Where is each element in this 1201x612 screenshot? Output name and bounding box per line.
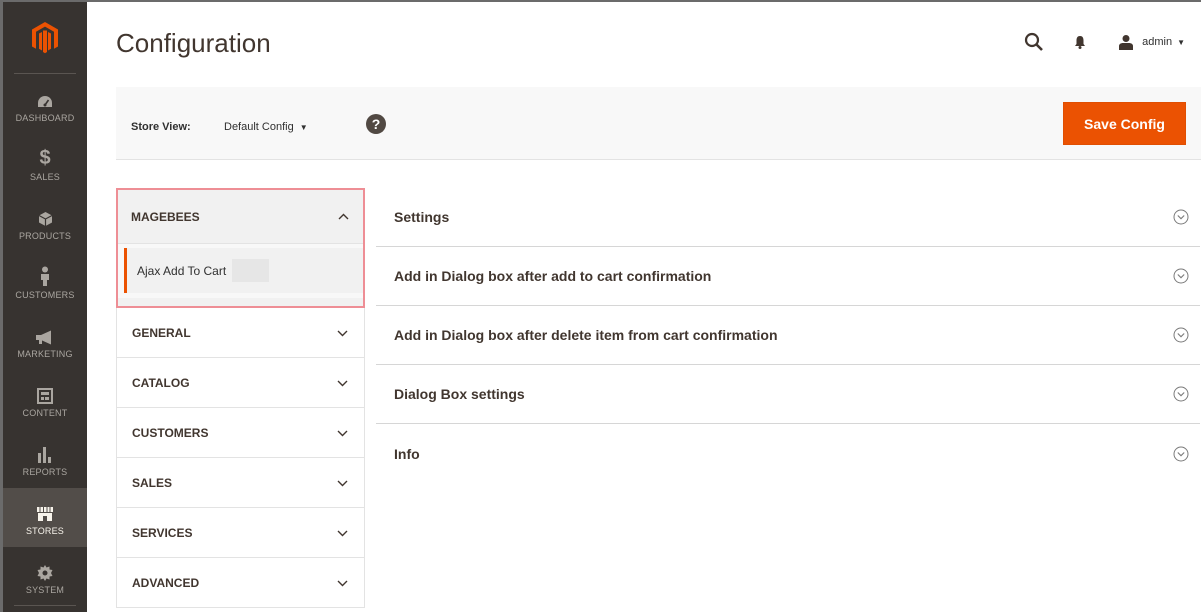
section-title: Add in Dialog box after add to cart conf… xyxy=(394,268,712,284)
tab-label: SERVICES xyxy=(132,526,193,540)
store-switcher-bar: Store View: Default Config ▼ ? Save Conf… xyxy=(116,87,1201,160)
caret-down-icon: ▼ xyxy=(1177,37,1185,47)
tab-label: MAGEBEES xyxy=(131,209,200,224)
tab-title-customers[interactable]: CUSTOMERS xyxy=(117,408,364,458)
section-title: Add in Dialog box after delete item from… xyxy=(394,327,778,343)
caret-down-icon: ▼ xyxy=(299,122,308,132)
notifications-button[interactable] xyxy=(1070,30,1090,54)
save-config-button[interactable]: Save Config xyxy=(1063,102,1186,145)
tab-label: SALES xyxy=(132,476,173,490)
magento-logo-icon xyxy=(32,22,58,54)
tab-sub-items: Ajax Add To Cart xyxy=(118,243,363,298)
page-title: Configuration xyxy=(116,28,271,58)
tab-group-sales: SALES xyxy=(116,458,365,508)
gear-icon xyxy=(37,559,53,581)
user-icon xyxy=(1118,34,1134,50)
megaphone-icon xyxy=(35,323,55,345)
tab-group-customers: CUSTOMERS xyxy=(116,408,365,458)
redacted-box xyxy=(232,259,270,282)
tab-label: CATALOG xyxy=(132,376,190,390)
search-icon xyxy=(1025,32,1044,51)
nav-label: Dashboard xyxy=(15,112,75,123)
chevron-down-icon xyxy=(335,380,349,387)
tab-title-sales[interactable]: SALES xyxy=(117,458,364,508)
nav-label: Products xyxy=(18,230,72,241)
section-title: Dialog Box settings xyxy=(394,386,525,402)
section-add-dialog[interactable]: Add in Dialog box after add to cart conf… xyxy=(376,247,1200,306)
nav-label: Marketing xyxy=(17,348,73,359)
nav-label: Reports xyxy=(22,466,68,477)
nav-item-system[interactable]: System xyxy=(3,547,87,606)
cube-icon xyxy=(38,205,53,227)
tab-group-general: GENERAL xyxy=(116,308,365,358)
admin-nav: Dashboard $ Sales Products Customers Mar… xyxy=(3,2,87,612)
header-actions: admin ▼ xyxy=(1022,30,1185,54)
magento-logo[interactable] xyxy=(3,2,87,74)
tab-title-advanced[interactable]: ADVANCED xyxy=(117,558,364,608)
section-settings[interactable]: Settings xyxy=(376,188,1200,247)
tab-label: ADVANCED xyxy=(132,576,200,590)
tab-title-services[interactable]: SERVICES xyxy=(117,508,364,558)
expand-circle-icon xyxy=(1172,208,1190,226)
nav-item-content[interactable]: Content xyxy=(3,370,87,429)
chevron-up-icon xyxy=(336,213,350,220)
tab-title-general[interactable]: GENERAL xyxy=(117,308,364,358)
store-view-dropdown[interactable]: Default Config ▼ xyxy=(224,121,308,133)
search-button[interactable] xyxy=(1022,30,1046,54)
config-sections: Settings Add in Dialog box after add to … xyxy=(376,188,1200,483)
config-tabs: MAGEBEES Ajax Add To Cart GENERAL CATALO… xyxy=(116,188,365,608)
tab-label: CUSTOMERS xyxy=(132,426,209,440)
nav-item-sales[interactable]: $ Sales xyxy=(3,134,87,193)
dashboard-icon xyxy=(37,87,53,109)
chevron-down-icon xyxy=(335,480,349,487)
section-info[interactable]: Info xyxy=(376,424,1200,483)
chevron-down-icon xyxy=(335,530,349,537)
nav-item-stores[interactable]: Stores xyxy=(3,488,87,547)
nav-label: Sales xyxy=(29,171,61,182)
bar-chart-icon xyxy=(37,441,53,463)
nav-item-dashboard[interactable]: Dashboard xyxy=(3,75,87,134)
nav-item-products[interactable]: Products xyxy=(3,193,87,252)
nav-label: Stores xyxy=(25,525,65,536)
admin-username: admin xyxy=(1142,36,1173,48)
expand-circle-icon xyxy=(1172,326,1190,344)
tab-label: GENERAL xyxy=(132,326,191,340)
help-icon[interactable]: ? xyxy=(366,114,386,134)
tab-title-magebees[interactable]: MAGEBEES xyxy=(118,190,363,243)
admin-user-menu[interactable]: admin ▼ xyxy=(1118,34,1185,50)
person-icon xyxy=(39,264,51,286)
nav-item-reports[interactable]: Reports xyxy=(3,429,87,488)
chevron-down-icon xyxy=(335,430,349,437)
expand-circle-icon xyxy=(1172,445,1190,463)
nav-label: System xyxy=(25,584,65,595)
dollar-icon: $ xyxy=(39,146,51,169)
tab-title-catalog[interactable]: CATALOG xyxy=(117,358,364,408)
tab-item-label: Ajax Add To Cart xyxy=(137,263,227,278)
nav-item-customers[interactable]: Customers xyxy=(3,252,87,311)
expand-circle-icon xyxy=(1172,385,1190,403)
chevron-down-icon xyxy=(335,330,349,337)
nav-item-marketing[interactable]: Marketing xyxy=(3,311,87,370)
store-view-label: Store View: xyxy=(131,121,191,133)
section-title: Settings xyxy=(394,209,450,225)
nav-divider xyxy=(14,605,76,606)
chevron-down-icon xyxy=(335,580,349,587)
tab-group-magebees: MAGEBEES Ajax Add To Cart xyxy=(116,188,365,308)
bell-icon xyxy=(1075,36,1086,49)
section-title: Info xyxy=(394,445,420,462)
tab-group-advanced: ADVANCED xyxy=(116,558,365,608)
store-icon xyxy=(36,500,54,522)
store-view-value: Default Config xyxy=(224,121,294,133)
section-dialog-box-settings[interactable]: Dialog Box settings xyxy=(376,365,1200,424)
tab-group-services: SERVICES xyxy=(116,508,365,558)
tab-group-catalog: CATALOG xyxy=(116,358,365,408)
section-delete-dialog[interactable]: Add in Dialog box after delete item from… xyxy=(376,306,1200,365)
tab-item-ajax-add-to-cart[interactable]: Ajax Add To Cart xyxy=(124,248,363,293)
nav-label: Customers xyxy=(15,289,75,300)
expand-circle-icon xyxy=(1172,267,1190,285)
nav-label: Content xyxy=(22,407,68,418)
content-icon xyxy=(37,382,53,404)
